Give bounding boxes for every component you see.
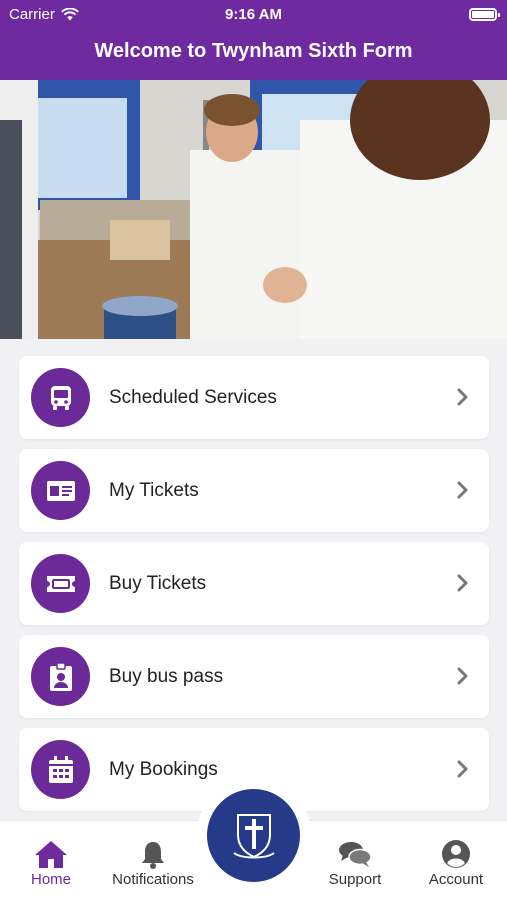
tab-home[interactable]: Home <box>20 839 82 888</box>
tab-support[interactable]: Support <box>322 839 388 888</box>
menu-item-my-tickets[interactable]: My Tickets <box>19 449 489 532</box>
tab-notifications[interactable]: Notifications <box>106 839 200 888</box>
bell-icon <box>142 842 164 869</box>
menu-item-label: Scheduled Services <box>109 387 277 408</box>
chevron-right-icon <box>457 667 468 685</box>
tab-account[interactable]: Account <box>424 839 488 888</box>
chevron-right-icon <box>457 760 468 778</box>
page-title: Welcome to Twynham Sixth Form <box>94 40 413 62</box>
home-icon <box>35 841 67 868</box>
calendar-icon <box>31 740 90 799</box>
menu-item-label: My Bookings <box>109 759 218 780</box>
menu-item-label: Buy Tickets <box>109 573 207 594</box>
lab-students-photo <box>0 80 507 339</box>
chat-bubbles-icon <box>339 842 372 867</box>
chevron-right-icon <box>457 574 468 592</box>
menu-item-label: My Tickets <box>109 480 199 501</box>
account-icon <box>442 840 470 868</box>
tab-support-label: Support <box>328 871 382 888</box>
menu-item-buy-bus-pass[interactable]: Buy bus pass <box>19 635 489 718</box>
tab-home-label: Home <box>30 871 71 888</box>
school-crest-icon <box>232 813 275 858</box>
school-crest-button[interactable] <box>207 789 300 882</box>
status-time: 9:16 AM <box>225 6 282 23</box>
chevron-right-icon <box>457 388 468 406</box>
hero-image <box>0 80 507 339</box>
menu-item-buy-tickets[interactable]: Buy Tickets <box>19 542 489 625</box>
tab-notifications-label: Notifications <box>112 871 194 888</box>
chevron-right-icon <box>457 481 468 499</box>
tab-account-label: Account <box>428 871 484 888</box>
app-header: Carrier 9:16 AM Welcome to Twynham Sixth… <box>0 0 507 80</box>
menu-item-scheduled-services[interactable]: Scheduled Services <box>19 356 489 439</box>
bus-icon <box>31 368 90 427</box>
menu-item-label: Buy bus pass <box>109 666 224 687</box>
ticket-icon <box>31 554 90 613</box>
id-card-icon <box>31 461 90 520</box>
badge-icon <box>31 647 90 706</box>
battery-icon <box>469 8 500 21</box>
status-bar: Carrier 9:16 AM <box>0 0 507 28</box>
